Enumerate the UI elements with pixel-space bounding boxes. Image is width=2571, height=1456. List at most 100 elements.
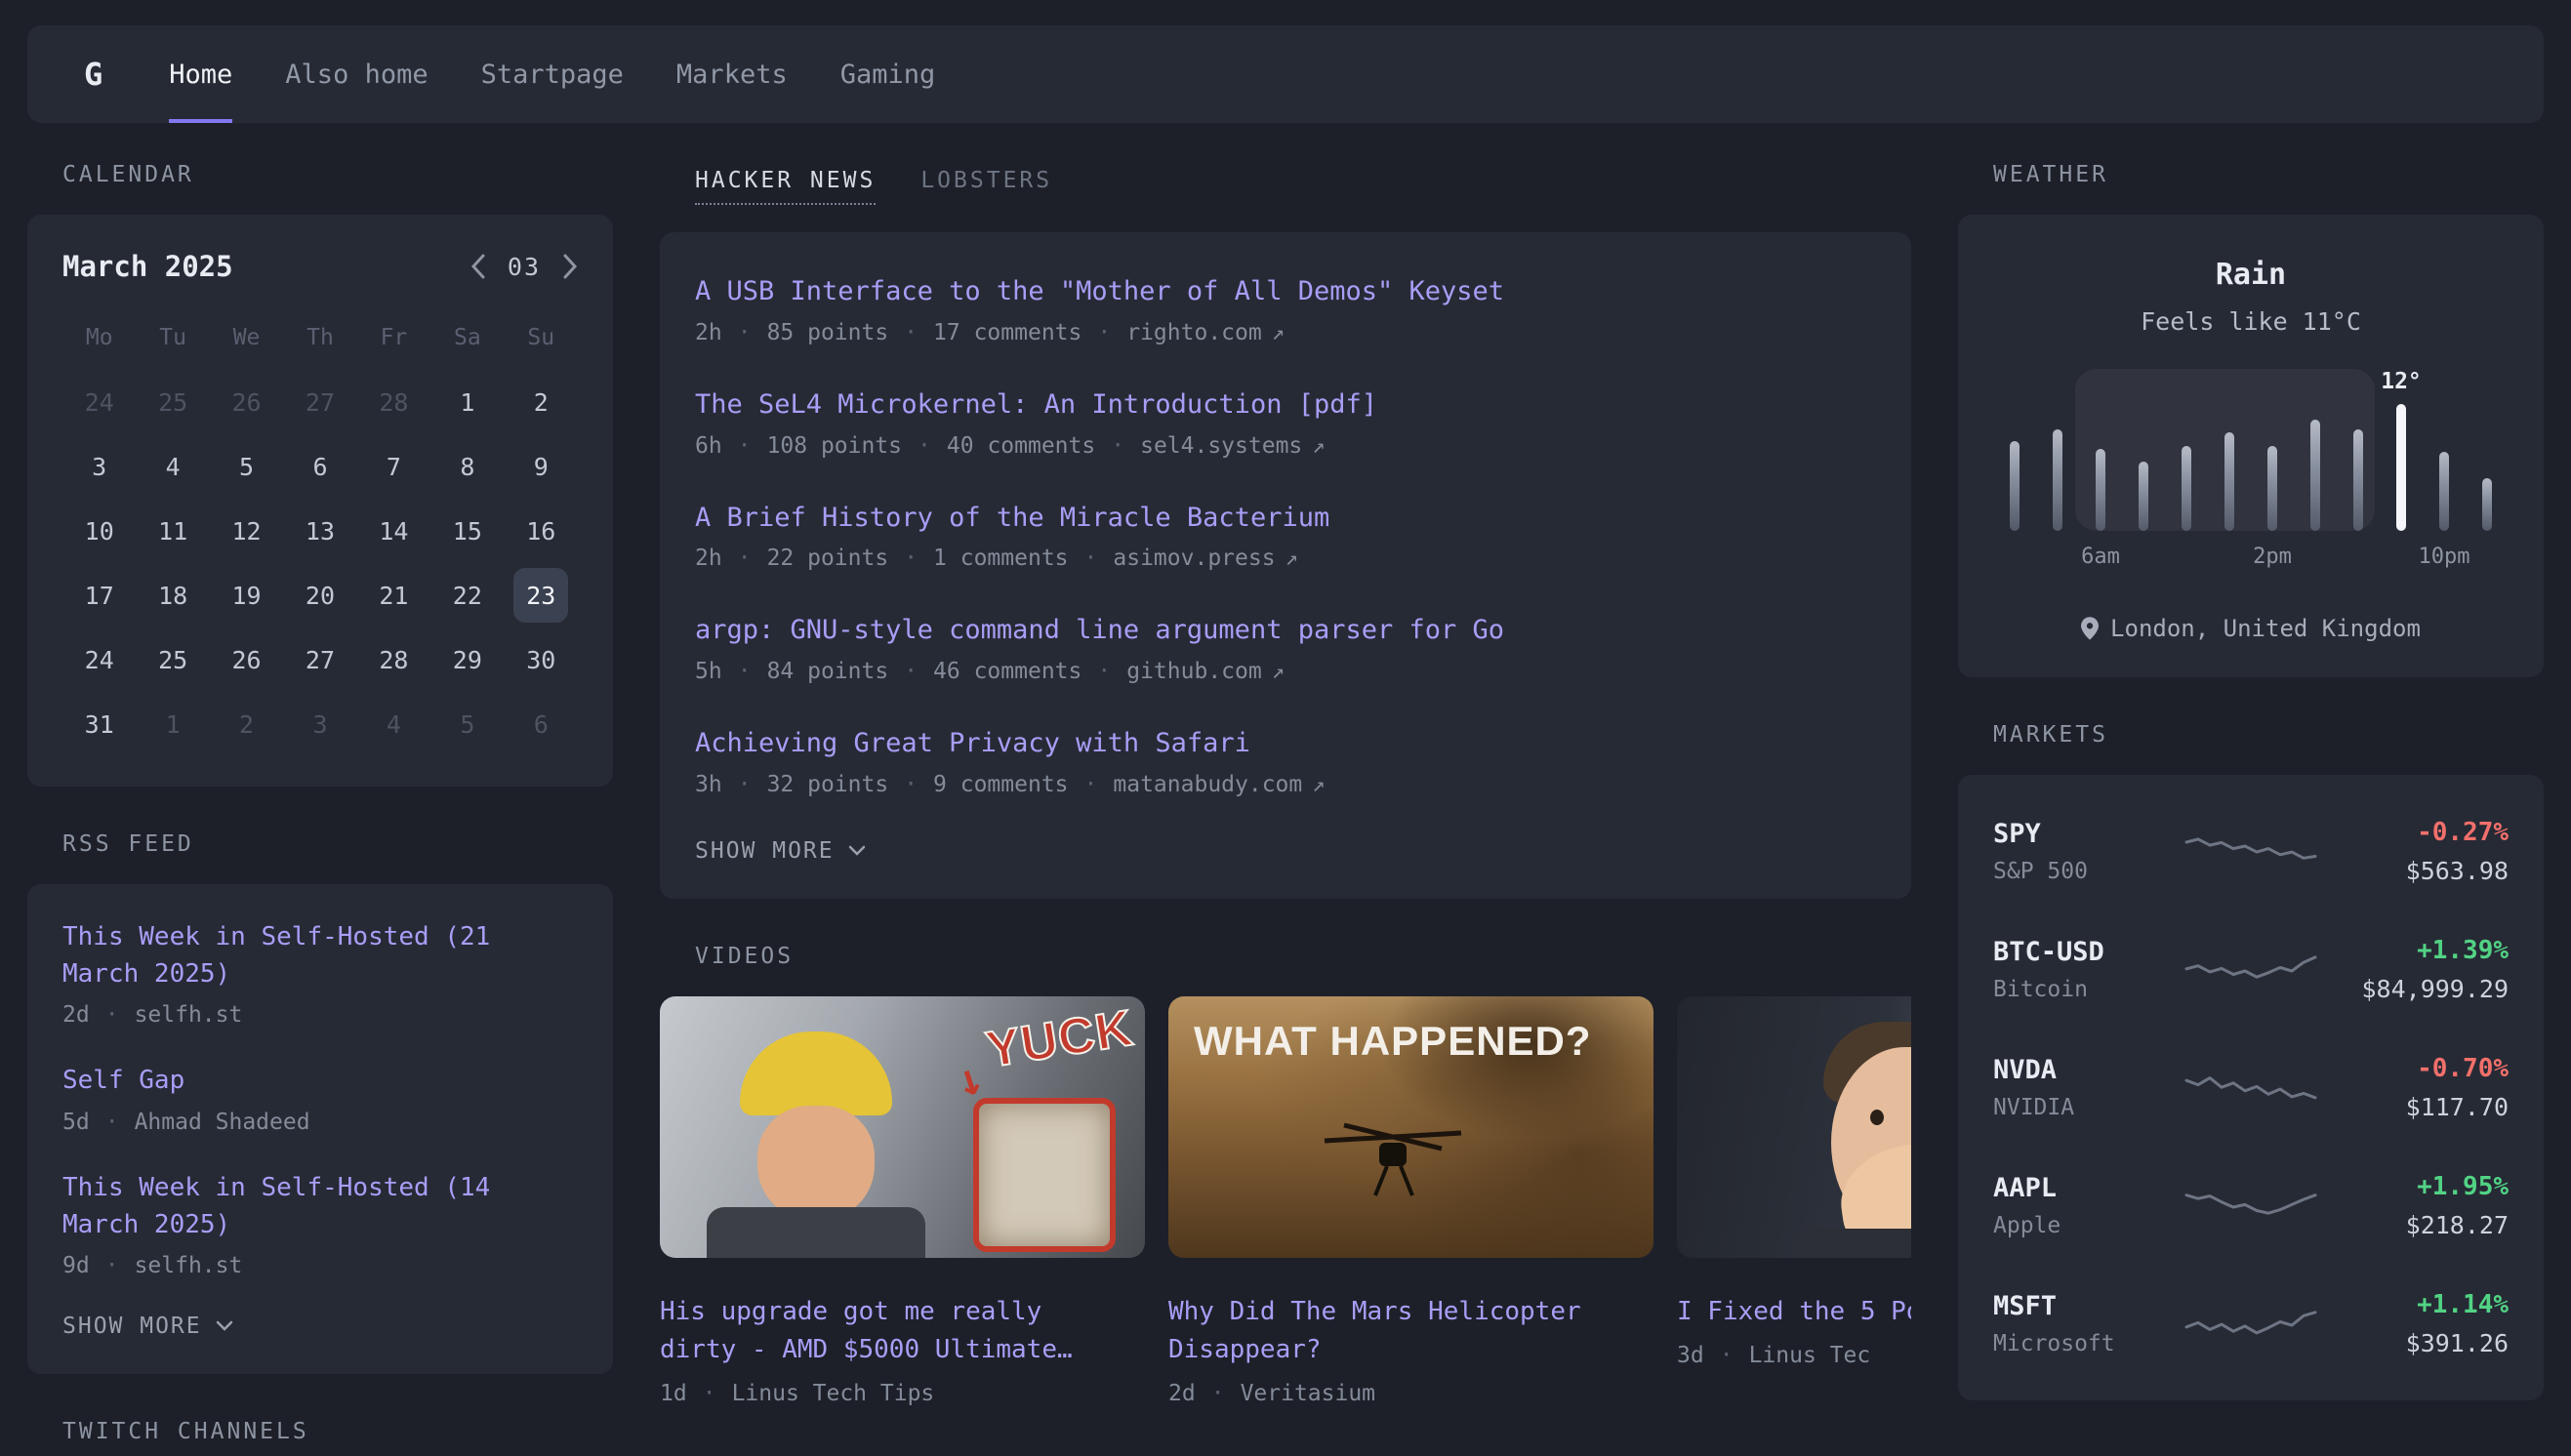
- market-labels: NVDANVIDIA: [1993, 1055, 2183, 1120]
- video-channel: Veritasium: [1196, 1381, 1375, 1406]
- calendar-day-selected: 23: [513, 568, 568, 623]
- news-item-title[interactable]: The SeL4 Microkernel: An Introduction [p…: [695, 386, 1876, 424]
- calendar-weekday: Fr: [357, 310, 430, 365]
- news-item-domain[interactable]: matanabudy.com↗: [1069, 772, 1326, 797]
- nav-tab-gaming[interactable]: Gaming: [840, 25, 936, 123]
- market-row[interactable]: AAPLApple+1.95%$218.27: [1993, 1147, 2509, 1265]
- video-thumbnail[interactable]: WHAT HAPPENED?: [1168, 996, 1653, 1258]
- weather-temp-label: 12°: [2381, 369, 2422, 394]
- external-link-icon: ↗: [1312, 773, 1325, 797]
- news-item-domain[interactable]: righto.com↗: [1081, 320, 1285, 345]
- market-row[interactable]: MSFTMicrosoft+1.14%$391.26: [1993, 1265, 2509, 1383]
- dashboard-page: G Home Also home Startpage Markets Gaming CA…: [0, 0, 2571, 1456]
- news-item-title[interactable]: A Brief History of the Miracle Bacterium: [695, 500, 1876, 537]
- rss-widget: RSS FEED This Week in Self-Hosted (21 Ma…: [27, 831, 613, 1374]
- nav-tab-startpage[interactable]: Startpage: [481, 25, 624, 123]
- weather-bar-slot: [2337, 369, 2380, 531]
- weather-time-label: 6am: [2081, 545, 2120, 569]
- rss-item: Self Gap5dAhmad Shadeed: [62, 1063, 578, 1135]
- calendar-day: 6: [505, 697, 578, 751]
- calendar-day: 27: [283, 632, 356, 687]
- weather-location: London, United Kingdom: [2110, 615, 2421, 642]
- news-item-title[interactable]: argp: GNU-style command line argument pa…: [695, 612, 1876, 649]
- market-sparkline: [2183, 827, 2319, 877]
- market-ticker: MSFT: [1993, 1291, 2183, 1321]
- calendar-day: 4: [357, 697, 430, 751]
- video-thumbnail[interactable]: YUCK ↓: [660, 996, 1145, 1258]
- market-ticker: BTC-USD: [1993, 937, 2183, 967]
- calendar-day: 8: [430, 439, 504, 494]
- news-show-more-button[interactable]: SHOW MORE: [695, 838, 1876, 864]
- chevron-right-icon[interactable]: [562, 254, 578, 279]
- video-title[interactable]: Why Did The Mars Helicopter Disappear?: [1168, 1293, 1637, 1369]
- app-logo[interactable]: G: [57, 25, 130, 123]
- highlighted-panel-shape: [973, 1098, 1116, 1252]
- news-item-domain[interactable]: asimov.press↗: [1069, 546, 1298, 571]
- weather-bar: [2439, 452, 2449, 531]
- calendar-widget: CALENDAR March 2025 03: [27, 162, 613, 787]
- market-values: -0.70%$117.70: [2319, 1054, 2509, 1121]
- news-tab-lobsters[interactable]: LOBSTERS: [920, 168, 1052, 205]
- market-sparkline: [2183, 945, 2319, 995]
- rss-item-title[interactable]: This Week in Self-Hosted (21 March 2025): [62, 919, 578, 992]
- news-item-age: 3h: [695, 772, 722, 797]
- video-title[interactable]: I Fixed the 5 Power Connect: [1677, 1293, 1911, 1331]
- calendar-weekday: Tu: [136, 310, 209, 365]
- market-row[interactable]: SPYS&P 500-0.27%$563.98: [1993, 792, 2509, 910]
- video-title[interactable]: His upgrade got me really dirty - AMD $5…: [660, 1293, 1128, 1369]
- nav-tab-markets[interactable]: Markets: [676, 25, 788, 123]
- market-price: $391.26: [2319, 1329, 2509, 1357]
- video-card[interactable]: DO TH T I Fixed the 5 Power Connect 3d L…: [1677, 996, 1911, 1406]
- news-item-meta: 3h32 points9 commentsmatanabudy.com↗: [695, 772, 1876, 797]
- weather-bar: [2353, 429, 2363, 531]
- calendar-day: 17: [62, 568, 136, 623]
- rss-item-title[interactable]: This Week in Self-Hosted (14 March 2025): [62, 1170, 578, 1243]
- rss-show-more-label: SHOW MORE: [62, 1314, 202, 1339]
- calendar-weekday: Th: [283, 310, 356, 365]
- market-row[interactable]: NVDANVIDIA -0.70%$117.70: [1993, 1029, 2509, 1147]
- market-name: Apple: [1993, 1213, 2183, 1238]
- news-item-points: 84 points: [722, 659, 888, 684]
- thumbnail-overlay-text: WHAT HAPPENED?: [1194, 1018, 1592, 1065]
- news-tab-hacker-news[interactable]: HACKER NEWS: [695, 168, 876, 205]
- market-ticker: SPY: [1993, 819, 2183, 849]
- news-item-title[interactable]: Achieving Great Privacy with Safari: [695, 725, 1876, 762]
- calendar-day: 1: [136, 697, 209, 751]
- weather-condition: Rain: [1993, 258, 2509, 292]
- chevron-left-icon[interactable]: [470, 254, 486, 279]
- rss-item-title[interactable]: Self Gap: [62, 1063, 578, 1100]
- market-row[interactable]: BTC-USDBitcoin+1.39%$84,999.29: [1993, 910, 2509, 1029]
- market-change: -0.27%: [2319, 818, 2509, 847]
- weather-bar-slot: [1993, 369, 2036, 531]
- weather-location-row: London, United Kingdom: [1993, 615, 2509, 642]
- videos-row: YUCK ↓ His upgrade got me really dirty -…: [660, 996, 1911, 1406]
- news-item-comments: 40 comments: [902, 433, 1095, 459]
- video-thumbnail[interactable]: DO TH T: [1677, 996, 1911, 1258]
- market-name: Bitcoin: [1993, 977, 2183, 1002]
- market-change: +1.39%: [2319, 936, 2509, 965]
- video-card[interactable]: YUCK ↓ His upgrade got me really dirty -…: [660, 996, 1145, 1406]
- video-meta: 3d Linus Tec: [1677, 1343, 1911, 1368]
- calendar-day: 4: [136, 439, 209, 494]
- news-item-domain[interactable]: github.com↗: [1081, 659, 1285, 684]
- news-item-title[interactable]: A USB Interface to the "Mother of All De…: [695, 273, 1876, 310]
- news-item-domain[interactable]: sel4.systems↗: [1095, 433, 1325, 459]
- calendar-section-title: CALENDAR: [27, 162, 613, 187]
- weather-bar: [2267, 446, 2277, 531]
- news-item-domain-text: righto.com: [1126, 320, 1261, 345]
- video-channel: Linus Tech Tips: [687, 1381, 935, 1406]
- rss-item-source: selfh.st: [90, 1253, 243, 1278]
- calendar-day: 26: [210, 375, 283, 429]
- video-card[interactable]: WHAT HAPPENED? W: [1168, 996, 1653, 1406]
- weather-bar: [2182, 446, 2191, 531]
- news-item-comments: 17 comments: [888, 320, 1081, 345]
- nav-tab-also-home[interactable]: Also home: [285, 25, 428, 123]
- rss-show-more-button[interactable]: SHOW MORE: [62, 1314, 578, 1339]
- rss-item-age: 2d: [62, 1002, 90, 1028]
- calendar-day: 2: [505, 375, 578, 429]
- news-item-age: 6h: [695, 433, 722, 459]
- nav-tab-home[interactable]: Home: [169, 25, 232, 123]
- calendar-controls: 03: [470, 253, 578, 281]
- weather-time-label: 10pm: [2419, 545, 2470, 569]
- news-item-points: 32 points: [722, 772, 888, 797]
